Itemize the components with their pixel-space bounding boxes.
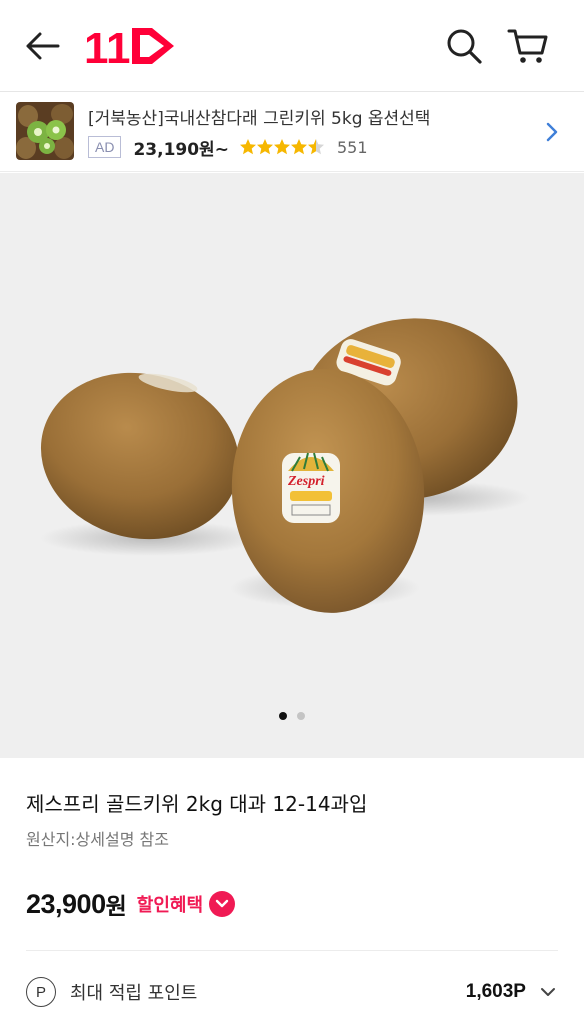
price-row: 23,900 원 할인혜택 [26, 884, 236, 924]
points-icon: P [26, 977, 56, 1007]
points-value: 1,603P [465, 981, 526, 1002]
discount-benefit-link[interactable]: 할인혜택 [137, 891, 203, 917]
star-rating [239, 138, 327, 156]
price-unit: 원 [105, 894, 127, 920]
ad-meta: AD 23,190원~ 551 [88, 135, 368, 160]
chevron-down-icon[interactable] [538, 982, 558, 1002]
gallery-dot-2[interactable] [297, 712, 305, 720]
product-price: 23,900 [26, 888, 106, 919]
product-page: 11 [거북농산]국내산참다래 그린키위 5kg 옵션선택 AD 23,190원… [0, 0, 584, 1024]
divider [26, 950, 558, 951]
brand-logo[interactable]: 11 [80, 20, 180, 72]
ad-price: 23,190원~ [133, 139, 229, 160]
product-title: 제스프리 골드키위 2kg 대과 12-14과입 [26, 792, 368, 816]
cart-icon[interactable] [500, 20, 556, 72]
product-image[interactable]: Zespri [0, 173, 584, 758]
ad-thumbnail[interactable] [16, 102, 74, 160]
points-label: 최대 적립 포인트 [70, 983, 198, 1004]
ad-badge: AD [88, 136, 122, 158]
chevron-right-icon[interactable] [538, 118, 566, 146]
logo-text: 11 [84, 24, 131, 70]
gallery-pagination [0, 712, 584, 720]
search-icon[interactable] [436, 20, 492, 72]
ad-title[interactable]: [거북농산]국내산참다래 그린키위 5kg 옵션선택 [88, 104, 430, 129]
chevron-down-icon[interactable] [209, 891, 236, 917]
points-row[interactable]: P 최대 적립 포인트 1,603P [26, 972, 558, 1012]
svg-text:Zespri: Zespri [287, 474, 325, 489]
product-origin: 원산지:상세설명 참조 [26, 830, 169, 849]
ad-banner[interactable]: [거북농산]국내산참다래 그린키위 5kg 옵션선택 AD 23,190원~ 5… [0, 92, 584, 172]
review-count: 551 [336, 137, 368, 157]
top-header: 11 [0, 0, 584, 92]
gallery-dot-1[interactable] [279, 712, 287, 720]
arrow-left-icon[interactable] [14, 20, 70, 72]
